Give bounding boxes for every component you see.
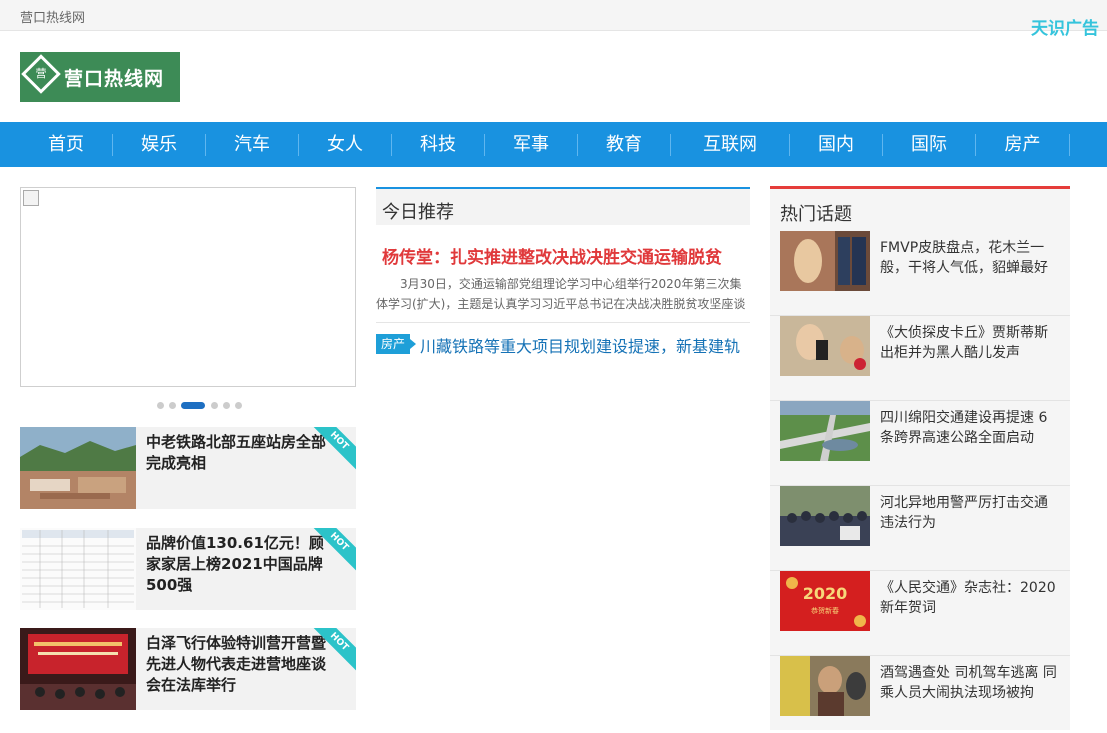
hot-topic-item[interactable]: 酒驾遇查处 司机驾车逃离 同乘人员大闹执法现场被拘 [770, 656, 1070, 733]
today-section-header: 今日推荐 [376, 187, 750, 225]
hot-topic-item[interactable]: FMVP皮肤盘点，花木兰一般，干将人气低，貂蝉最好 [770, 231, 1070, 316]
nav-item-education[interactable]: 教育 [578, 122, 670, 167]
slider-dot[interactable] [169, 402, 176, 409]
nav-item-internet[interactable]: 互联网 [671, 122, 789, 167]
hot-topic-thumbnail[interactable] [780, 486, 870, 546]
thumb-year-text: 2020 [803, 584, 848, 603]
hot-topic-title[interactable]: 酒驾遇查处 司机驾车逃离 同乘人员大闹执法现场被拘 [880, 663, 1060, 703]
top-bar: 营口热线网 天识广告 [0, 0, 1107, 39]
nav-item-real-estate[interactable]: 房产 [976, 122, 1069, 167]
news-card[interactable]: 品牌价值130.61亿元！顾家家居上榜2021中国品牌500强 HOT [20, 528, 356, 610]
nav-item-military[interactable]: 军事 [485, 122, 577, 167]
hot-topic-thumbnail[interactable]: 2020 恭贺新春 [780, 571, 870, 631]
news-title[interactable]: 白泽飞行体验特训营开营暨先进人物代表走进营地座谈会在法库举行 [146, 633, 334, 696]
slider-dot[interactable] [211, 402, 218, 409]
nav-item-women[interactable]: 女人 [299, 122, 391, 167]
hot-topic-title[interactable]: 四川绵阳交通建设再提速 6条跨界高速公路全面启动 [880, 408, 1060, 448]
hot-topic-item[interactable]: 《大侦探皮卡丘》贾斯蒂斯出柜并为黑人酷儿发声 [770, 316, 1070, 401]
nav-item-entertainment[interactable]: 娱乐 [113, 122, 205, 167]
news-thumbnail[interactable] [20, 528, 136, 610]
hot-topic-thumbnail[interactable] [780, 316, 870, 376]
news-thumbnail[interactable] [20, 427, 136, 509]
hot-topic-title[interactable]: 《人民交通》杂志社：2020新年贺词 [880, 578, 1060, 618]
hot-topic-title[interactable]: 河北异地用警严厉打击交通违法行为 [880, 493, 1060, 533]
slider-dot[interactable] [157, 402, 164, 409]
nav-item-auto[interactable]: 汽车 [206, 122, 298, 167]
site-name-link[interactable]: 营口热线网 [20, 7, 85, 26]
headline-summary: 3月30日，交通运输部党组理论学习中心组举行2020年第三次集体学习(扩大)，主… [376, 277, 746, 311]
news-title[interactable]: 中老铁路北部五座站房全部完成亮相 [146, 432, 334, 474]
divider [376, 322, 750, 323]
news-card[interactable]: 白泽飞行体验特训营开营暨先进人物代表走进营地座谈会在法库举行 HOT [20, 628, 356, 710]
hot-topic-thumbnail[interactable] [780, 656, 870, 716]
tagged-article-link[interactable]: 川藏铁路等重大项目规划建设提速，新基建轨 [420, 333, 750, 357]
nav-item-tech[interactable]: 科技 [392, 122, 484, 167]
panel-title: 热门话题 [780, 204, 852, 225]
hot-topic-thumbnail[interactable] [780, 401, 870, 461]
news-thumbnail[interactable] [20, 628, 136, 710]
nav-item-domestic[interactable]: 国内 [790, 122, 882, 167]
nav-item-home[interactable]: 首页 [20, 122, 112, 167]
category-tag[interactable]: 房产 [376, 334, 416, 354]
site-logo[interactable]: 营 营口热线网 [20, 52, 180, 102]
nav-item-international[interactable]: 国际 [883, 122, 975, 167]
logo-diamond-icon: 营 [21, 54, 61, 94]
hot-topic-item[interactable]: 四川绵阳交通建设再提速 6条跨界高速公路全面启动 [770, 401, 1070, 486]
main-nav: 首页 娱乐 汽车 女人 科技 军事 教育 互联网 国内 国际 房产 [0, 122, 1107, 167]
slider-dot-active[interactable] [181, 402, 205, 409]
headline-link[interactable]: 杨传堂：扎实推进整改决战决胜交通运输脱贫 [382, 243, 748, 268]
hot-topic-item[interactable]: 2020 恭贺新春 《人民交通》杂志社：2020新年贺词 [770, 571, 1070, 656]
section-title: 今日推荐 [382, 202, 454, 223]
broken-image-icon [23, 190, 39, 206]
news-title[interactable]: 品牌价值130.61亿元！顾家家居上榜2021中国品牌500强 [146, 533, 334, 596]
hot-topic-thumbnail[interactable] [780, 231, 870, 291]
ad-label[interactable]: 天识广告 [1031, 14, 1099, 39]
hot-topics-panel: 热门话题 FMVP皮肤盘点，花木兰一般，干将人气低，貂蝉最好 《大侦探皮卡丘》贾… [770, 186, 1070, 730]
thumb-greeting-text: 恭贺新春 [811, 606, 839, 615]
hot-topic-item[interactable]: 河北异地用警严厉打击交通违法行为 [770, 486, 1070, 571]
hot-topic-title[interactable]: 《大侦探皮卡丘》贾斯蒂斯出柜并为黑人酷儿发声 [880, 323, 1060, 363]
logo-text: 营口热线网 [64, 68, 165, 90]
slider-dot[interactable] [223, 402, 230, 409]
hot-topic-title[interactable]: FMVP皮肤盘点，花木兰一般，干将人气低，貂蝉最好 [880, 238, 1060, 278]
nav-separator [1069, 134, 1070, 156]
image-slider[interactable] [20, 187, 356, 387]
news-card[interactable]: 中老铁路北部五座站房全部完成亮相 HOT [20, 427, 356, 509]
slider-dot[interactable] [235, 402, 242, 409]
